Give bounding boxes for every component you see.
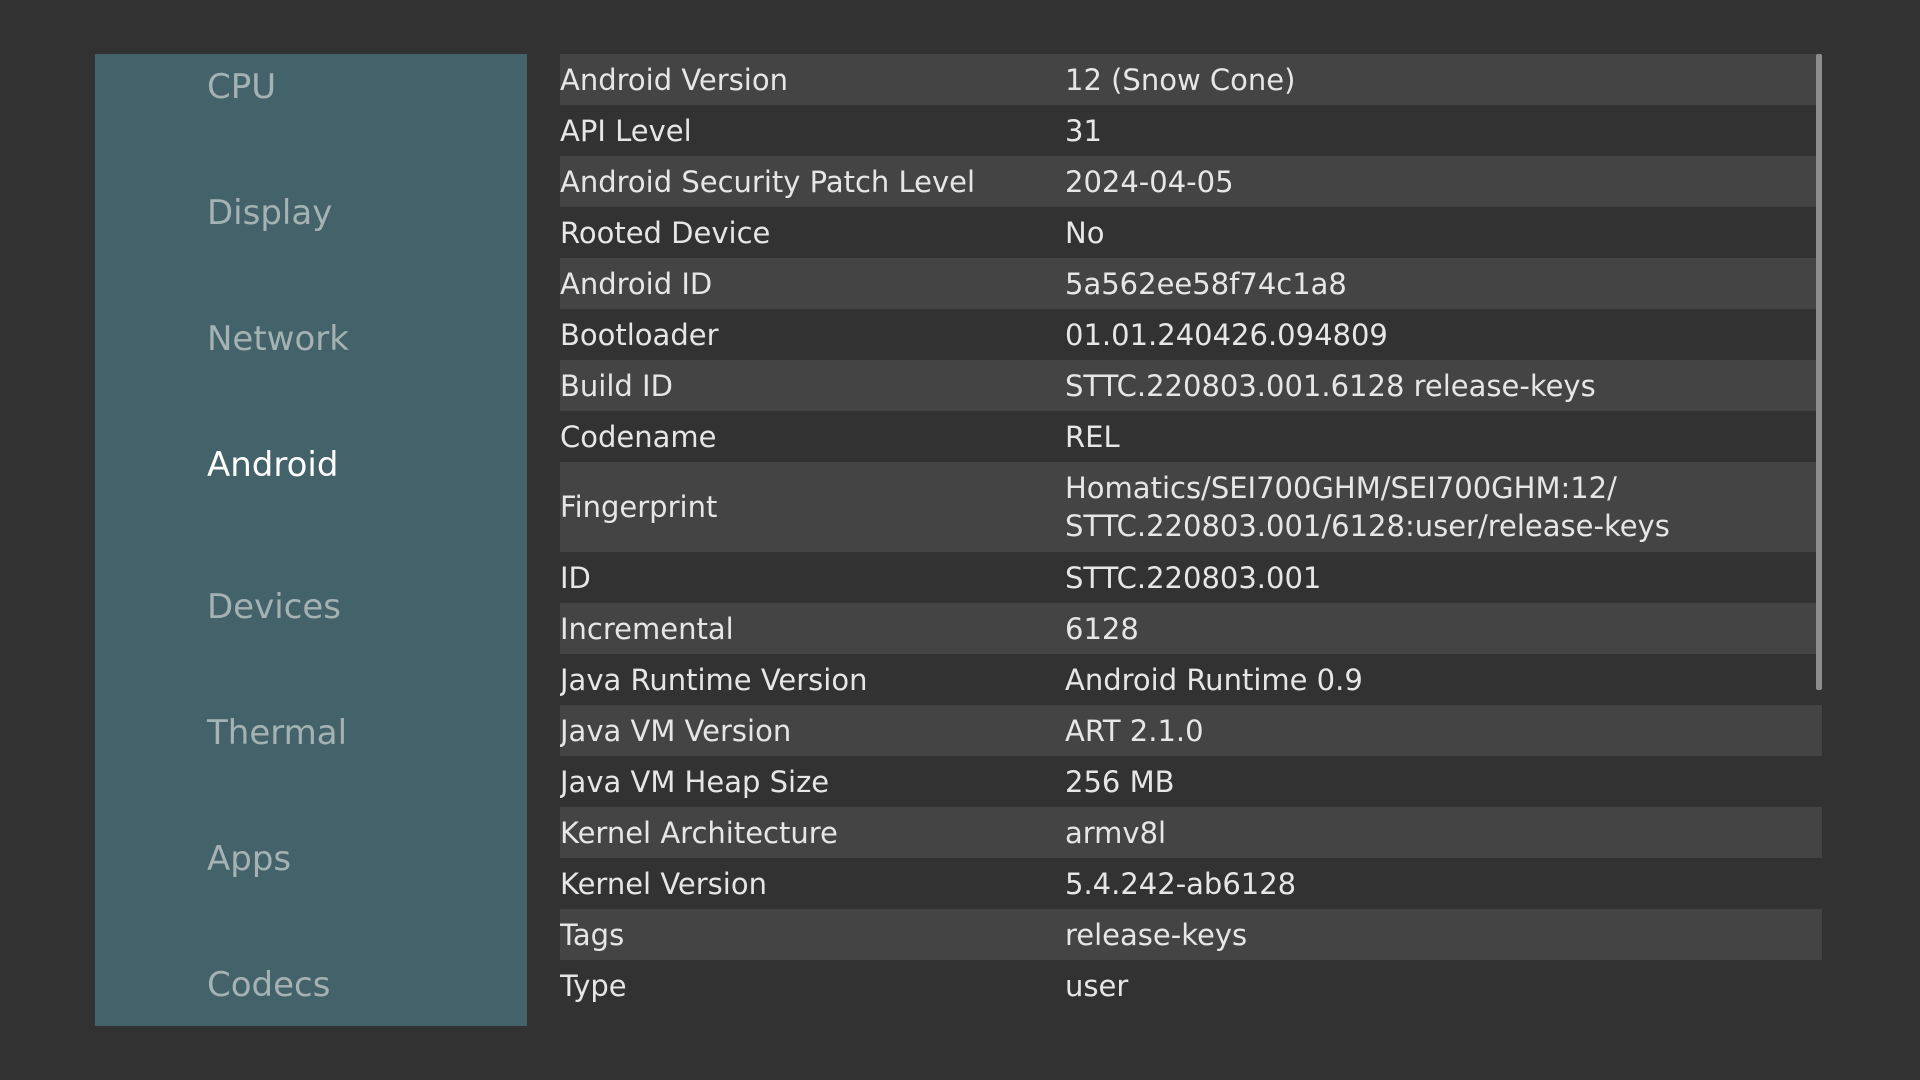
detail-row: Kernel Version 5.4.242-ab6128 xyxy=(560,858,1822,909)
detail-value: Android Runtime 0.9 xyxy=(1065,662,1363,697)
detail-key: Android Version xyxy=(560,62,788,97)
nav-item-devices[interactable]: Devices xyxy=(207,587,341,627)
detail-value: 01.01.240426.094809 xyxy=(1065,317,1388,352)
detail-value: STTC.220803.001.6128 release-keys xyxy=(1065,368,1596,403)
detail-row: Type user xyxy=(560,960,1822,1011)
detail-key: Bootloader xyxy=(560,317,719,352)
detail-value: REL xyxy=(1065,419,1120,454)
detail-value: armv8l xyxy=(1065,815,1167,850)
detail-value: 5a562ee58f74c1a8 xyxy=(1065,266,1347,301)
detail-row: Android Security Patch Level 2024-04-05 xyxy=(560,156,1822,207)
detail-key: Java VM Version xyxy=(560,713,792,748)
nav-item-apps[interactable]: Apps xyxy=(207,839,291,879)
detail-key: API Level xyxy=(560,113,692,148)
app-root: CPU Display Network Android Devices Ther… xyxy=(0,0,1920,1080)
nav-item-thermal[interactable]: Thermal xyxy=(207,713,347,753)
detail-key: Build ID xyxy=(560,368,673,403)
list-scrollbar[interactable] xyxy=(1816,54,1822,690)
detail-value: 31 xyxy=(1065,113,1102,148)
detail-key: Type xyxy=(560,968,627,1003)
detail-key: Android ID xyxy=(560,266,713,301)
detail-row: Android ID 5a562ee58f74c1a8 xyxy=(560,258,1822,309)
detail-row: Java VM Heap Size 256 MB xyxy=(560,756,1822,807)
detail-key: Tags xyxy=(560,917,625,952)
nav-item-codecs[interactable]: Codecs xyxy=(207,965,330,1005)
detail-key: Fingerprint xyxy=(560,490,718,524)
nav-item-display[interactable]: Display xyxy=(207,193,332,233)
detail-row: Kernel Architecture armv8l xyxy=(560,807,1822,858)
category-sidebar: CPU Display Network Android Devices Ther… xyxy=(95,54,527,1026)
detail-key: Incremental xyxy=(560,611,734,646)
detail-key: Java Runtime Version xyxy=(560,662,868,697)
detail-value: 6128 xyxy=(1065,611,1139,646)
nav-item-android[interactable]: Android xyxy=(207,445,338,485)
detail-key: Kernel Architecture xyxy=(560,815,838,850)
detail-key: Java VM Heap Size xyxy=(560,764,830,799)
detail-value: 5.4.242-ab6128 xyxy=(1065,866,1297,901)
detail-value: 256 MB xyxy=(1065,764,1175,799)
detail-row: Tags release-keys xyxy=(560,909,1822,960)
nav-item-cpu[interactable]: CPU xyxy=(207,67,276,107)
detail-value-multiline: Homatics/SEI700GHM/SEI700GHM:12/ STTC.22… xyxy=(1065,469,1822,545)
detail-value: 2024-04-05 xyxy=(1065,164,1234,199)
detail-key: Rooted Device xyxy=(560,215,771,250)
detail-key: ID xyxy=(560,560,591,595)
detail-row: Rooted Device No xyxy=(560,207,1822,258)
detail-value: release-keys xyxy=(1065,917,1248,952)
detail-row: ID STTC.220803.001 xyxy=(560,552,1822,603)
detail-value: STTC.220803.001 xyxy=(1065,560,1322,595)
detail-key: Android Security Patch Level xyxy=(560,164,976,199)
detail-row: Fingerprint Homatics/SEI700GHM/SEI700GHM… xyxy=(560,462,1822,552)
detail-row: Java VM Version ART 2.1.0 xyxy=(560,705,1822,756)
detail-row: Build ID STTC.220803.001.6128 release-ke… xyxy=(560,360,1822,411)
nav-item-network[interactable]: Network xyxy=(207,319,349,359)
detail-key: Kernel Version xyxy=(560,866,767,901)
detail-value: ART 2.1.0 xyxy=(1065,713,1204,748)
detail-row: Codename REL xyxy=(560,411,1822,462)
detail-value: 12 (Snow Cone) xyxy=(1065,62,1296,97)
detail-value: user xyxy=(1065,968,1129,1003)
detail-row: Bootloader 01.01.240426.094809 xyxy=(560,309,1822,360)
detail-value: No xyxy=(1065,215,1105,250)
detail-value-line: STTC.220803.001/6128:user/release-keys xyxy=(1065,509,1670,543)
detail-value-line: Homatics/SEI700GHM/SEI700GHM:12/ xyxy=(1065,471,1617,505)
detail-key: Codename xyxy=(560,419,717,454)
detail-row: API Level 31 xyxy=(560,105,1822,156)
detail-row: Incremental 6128 xyxy=(560,603,1822,654)
detail-row: Android Version 12 (Snow Cone) xyxy=(560,54,1822,105)
android-details-list[interactable]: Android Version 12 (Snow Cone) API Level… xyxy=(560,54,1822,1020)
detail-row: Java Runtime Version Android Runtime 0.9 xyxy=(560,654,1822,705)
